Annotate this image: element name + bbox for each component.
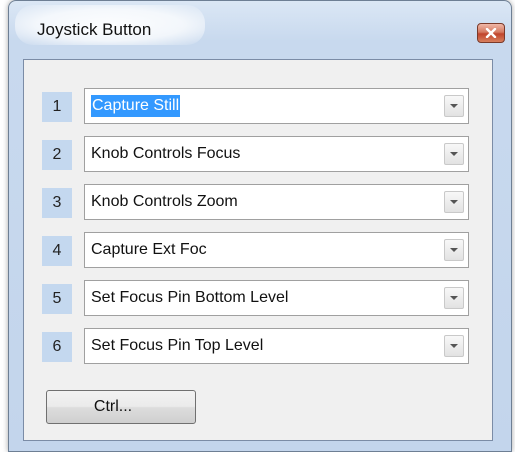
- row-number: 2: [42, 140, 72, 170]
- dropdown-selected-value: Set Focus Pin Top Level: [91, 337, 264, 354]
- chevron-down-icon: [450, 247, 458, 252]
- dropdown-arrow-button[interactable]: [444, 191, 464, 213]
- dropdown-selected-value: Set Focus Pin Bottom Level: [91, 289, 289, 306]
- dropdown-selected-value: Capture Still: [91, 95, 181, 117]
- chevron-down-icon: [450, 343, 458, 348]
- dropdown-selected-value: Capture Ext Foc: [91, 241, 207, 258]
- dropdown-selected-value: Knob Controls Zoom: [91, 193, 238, 210]
- dropdown-arrow-button[interactable]: [444, 239, 464, 261]
- row-number: 3: [42, 188, 72, 218]
- dropdown-arrow-button[interactable]: [444, 95, 464, 117]
- dialog-client-area: 1 Capture Still 2 Knob Controls Focus 3 …: [23, 59, 493, 441]
- chevron-down-icon: [450, 103, 458, 108]
- row-number: 6: [42, 332, 72, 362]
- row-number: 4: [42, 236, 72, 266]
- chevron-down-icon: [450, 151, 458, 156]
- action-dropdown-1[interactable]: Capture Still: [84, 88, 469, 124]
- row-number: 1: [42, 92, 72, 122]
- chevron-down-icon: [450, 199, 458, 204]
- close-button[interactable]: [477, 23, 505, 43]
- dropdown-arrow-button[interactable]: [444, 287, 464, 309]
- close-icon: [485, 28, 497, 38]
- dropdown-arrow-button[interactable]: [444, 335, 464, 357]
- row-6: 6 Set Focus Pin Top Level: [24, 328, 492, 366]
- action-dropdown-6[interactable]: Set Focus Pin Top Level: [84, 328, 469, 364]
- row-5: 5 Set Focus Pin Bottom Level: [24, 280, 492, 318]
- action-dropdown-4[interactable]: Capture Ext Foc: [84, 232, 469, 268]
- action-dropdown-3[interactable]: Knob Controls Zoom: [84, 184, 469, 220]
- joystick-button-dialog: Joystick Button 1 Capture Still 2 Knob C…: [8, 0, 512, 452]
- ctrl-button[interactable]: Ctrl...: [46, 390, 196, 424]
- chevron-down-icon: [450, 295, 458, 300]
- row-3: 3 Knob Controls Zoom: [24, 184, 492, 222]
- dropdown-arrow-button[interactable]: [444, 143, 464, 165]
- row-2: 2 Knob Controls Focus: [24, 136, 492, 174]
- dropdown-selected-value: Knob Controls Focus: [91, 145, 241, 162]
- action-dropdown-5[interactable]: Set Focus Pin Bottom Level: [84, 280, 469, 316]
- window-title: Joystick Button: [37, 20, 152, 39]
- row-number: 5: [42, 284, 72, 314]
- row-1: 1 Capture Still: [24, 88, 492, 126]
- row-4: 4 Capture Ext Foc: [24, 232, 492, 270]
- action-dropdown-2[interactable]: Knob Controls Focus: [84, 136, 469, 172]
